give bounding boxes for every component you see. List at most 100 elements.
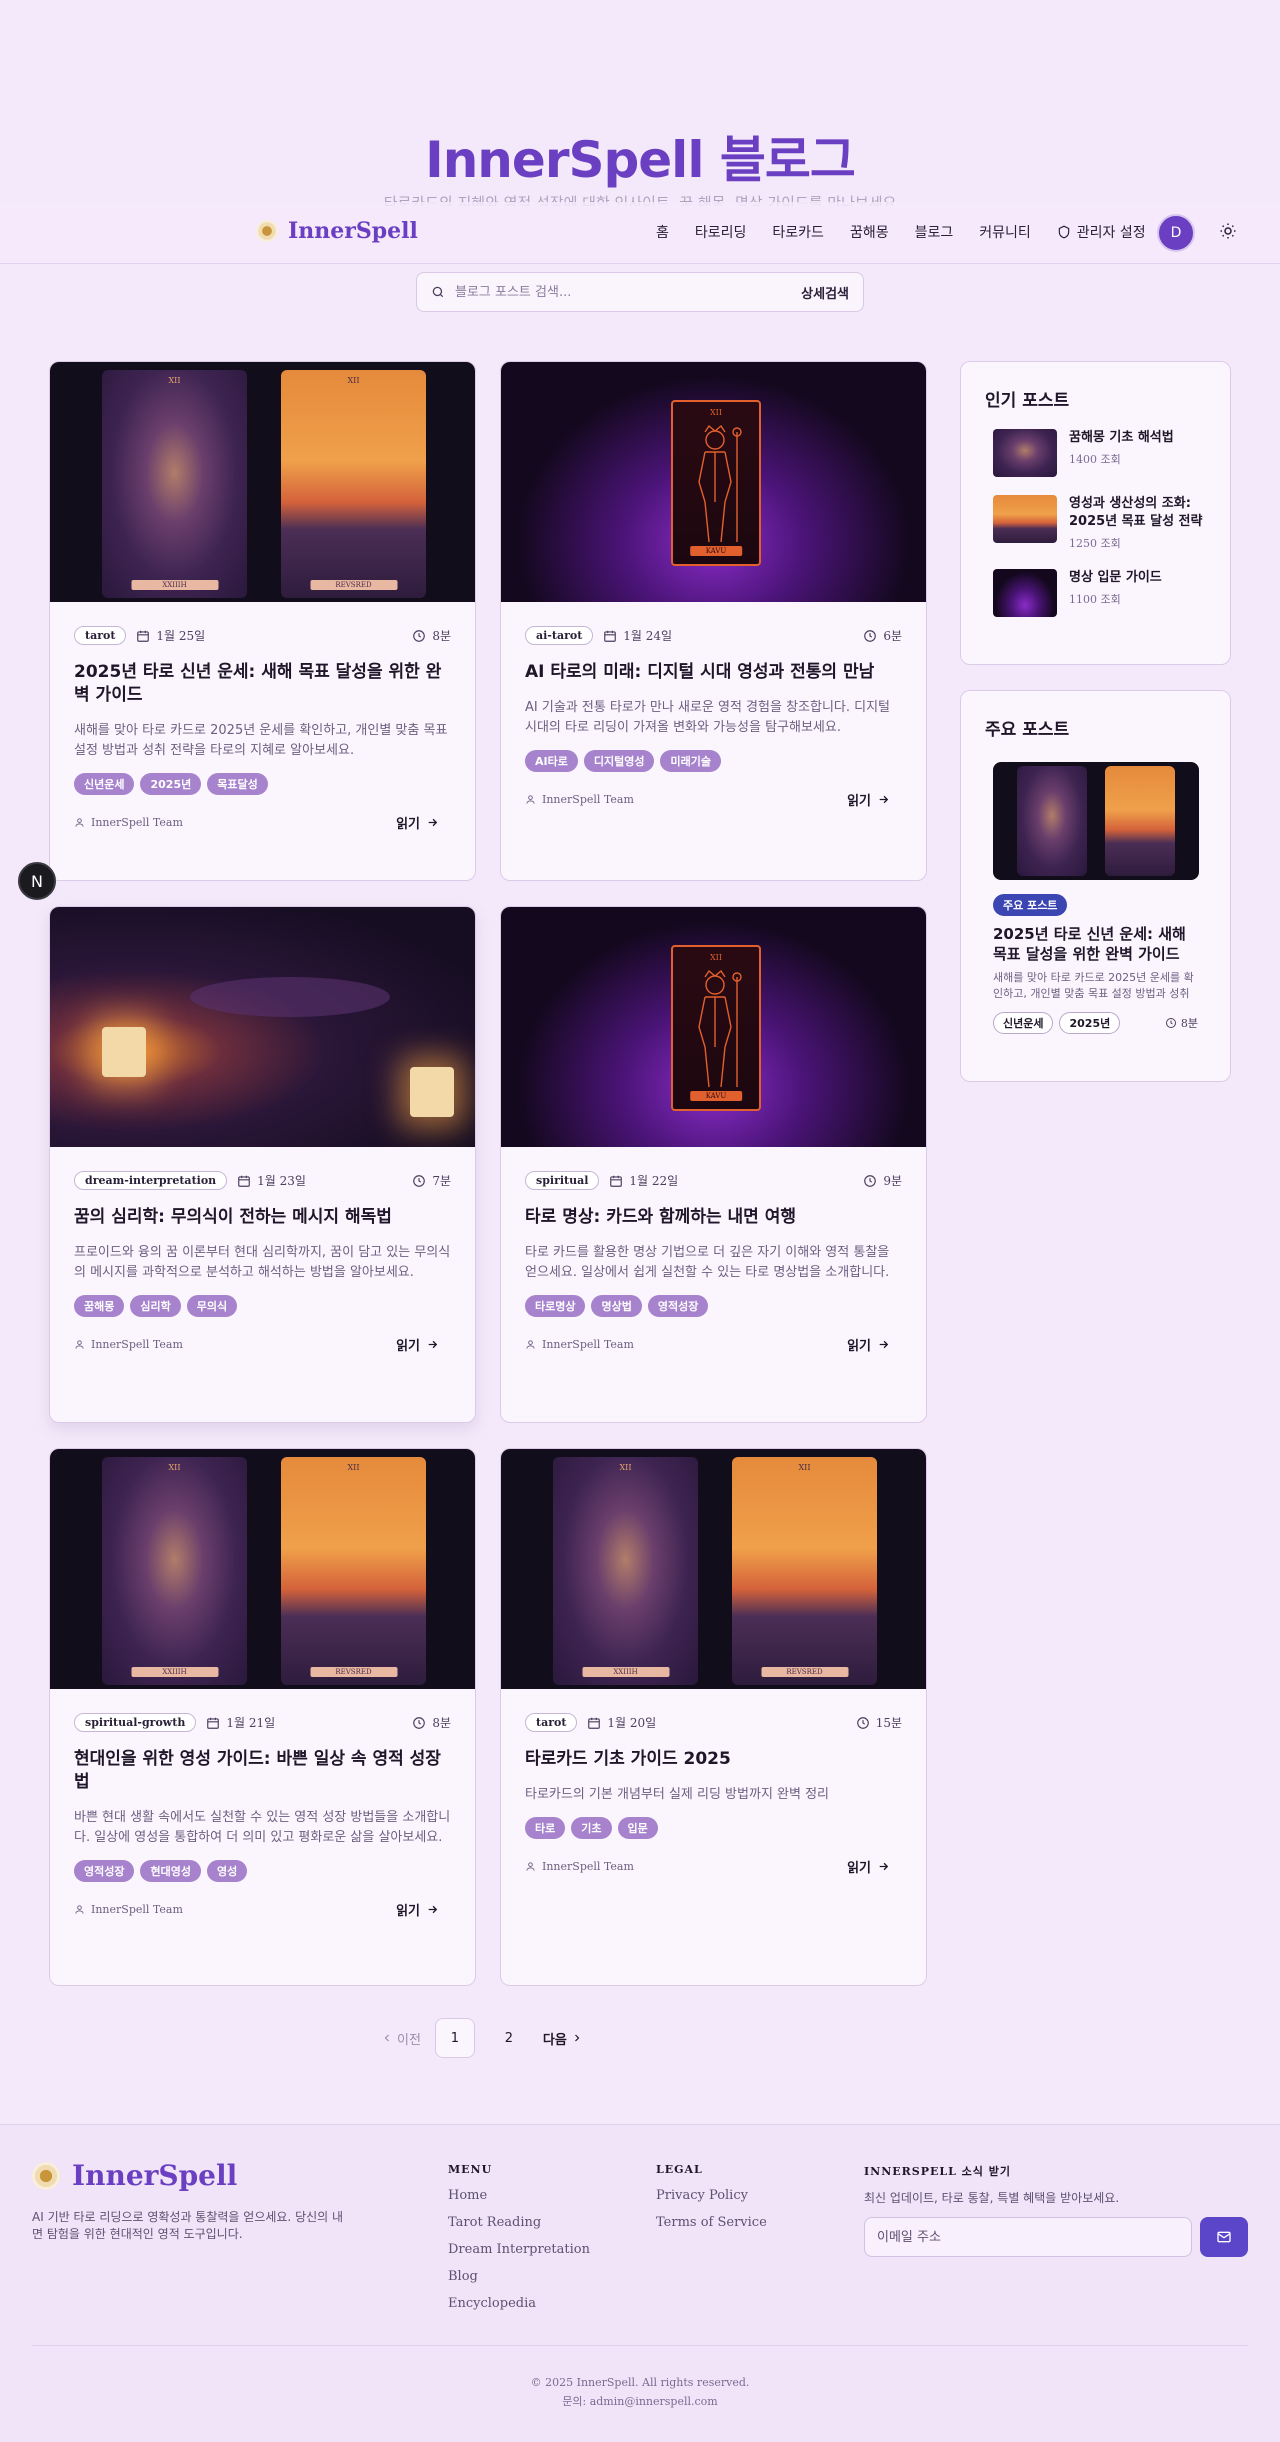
advanced-search-button[interactable]: 상세검색 — [801, 283, 849, 302]
post-tag[interactable]: 타로명상 — [525, 1295, 586, 1317]
post-title[interactable]: 현대인을 위한 영성 가이드: 바쁜 일상 속 영적 성장법 — [74, 1748, 451, 1794]
post-card[interactable]: XII XXIIIH XII REVSRED spiritual-growth … — [49, 1448, 476, 1986]
post-tag[interactable]: 명상법 — [591, 1295, 642, 1317]
post-tag[interactable]: 타로 — [525, 1817, 566, 1839]
post-title[interactable]: 타로카드 기초 가이드 2025 — [525, 1748, 902, 1771]
post-card[interactable]: XII KAVU spiritual 1월 22일 9분 타로 명상: 카드와 … — [500, 906, 927, 1423]
post-tag[interactable]: 영적성장 — [74, 1860, 135, 1882]
read-more-link[interactable]: 읽기 — [396, 1900, 439, 1919]
post-card[interactable]: XII XXIIIH XII REVSRED tarot 1월 20일 15분 … — [500, 1448, 927, 1986]
next-label: 다음 — [542, 2032, 567, 2048]
page-1-button[interactable]: 1 — [434, 2018, 475, 2058]
footer-link-blog[interactable]: Blog — [448, 2269, 590, 2284]
tarot-card-art: XII XXIIIH — [553, 1457, 698, 1685]
main-nav: 홈 타로리딩 타로카드 꿈해몽 블로그 커뮤니티 관리자 설정 — [656, 222, 1146, 242]
clock-icon — [413, 1174, 426, 1187]
post-tag[interactable]: 영성 — [206, 1860, 248, 1882]
featured-post[interactable]: 주요 포스트 2025년 타로 신년 운세: 새해 목표 달성을 위한 완벽 가… — [993, 762, 1199, 1034]
prev-page-button[interactable]: 이전 — [381, 2029, 421, 2048]
category-pill[interactable]: tarot — [74, 626, 127, 645]
nav-admin-settings[interactable]: 관리자 설정 — [1057, 222, 1146, 242]
card-label: REVSRED — [310, 1667, 397, 1677]
category-pill[interactable]: dream-interpretation — [74, 1171, 228, 1190]
popular-item[interactable]: 명상 입문 가이드 1100 조회 — [993, 569, 1206, 617]
post-image: XII XXIIIH XII REVSRED — [501, 1449, 926, 1689]
category-pill[interactable]: spiritual — [525, 1171, 600, 1190]
read-time: 9분 — [883, 1174, 902, 1188]
popular-item[interactable]: 영성과 생산성의 조화: 2025년 목표 달성 전략 1250 조회 — [993, 495, 1206, 551]
pagination: 이전 1 2 다음 — [381, 2018, 583, 2058]
nav-community[interactable]: 커뮤니티 — [979, 222, 1031, 242]
emperor-figure-icon — [698, 424, 742, 543]
post-tag[interactable]: 디지털영성 — [583, 750, 655, 772]
card-label: REVSRED — [761, 1667, 848, 1677]
arrow-right-icon — [879, 795, 889, 804]
nav-tarot-reading[interactable]: 타로리딩 — [695, 222, 747, 242]
post-tag[interactable]: 무의식 — [186, 1295, 238, 1317]
nav-dream[interactable]: 꿈해몽 — [850, 222, 889, 242]
post-tag[interactable]: 목표달성 — [207, 773, 268, 795]
header-logo[interactable]: InnerSpell — [256, 218, 418, 244]
card-numeral: XII — [798, 1463, 811, 1472]
read-more-link[interactable]: 읽기 — [847, 1335, 890, 1354]
post-tag[interactable]: 입문 — [617, 1817, 658, 1839]
post-tag[interactable]: 미래기술 — [660, 750, 721, 772]
footer-link-terms[interactable]: Terms of Service — [656, 2215, 767, 2230]
eye-logo-icon — [256, 220, 278, 242]
post-tag[interactable]: 현대영성 — [140, 1860, 201, 1882]
page-2-button[interactable]: 2 — [489, 2018, 529, 2058]
footer-link-dream[interactable]: Dream Interpretation — [448, 2242, 590, 2257]
post-card[interactable]: dream-interpretation 1월 23일 7분 꿈의 심리학: 무… — [49, 906, 476, 1423]
popular-item-views: 1100 조회 — [1069, 593, 1121, 606]
card-numeral: XII — [709, 408, 722, 417]
contact-email[interactable]: 문의: admin@innerspell.com — [0, 2392, 1280, 2411]
nav-blog[interactable]: 블로그 — [915, 222, 954, 242]
read-more-link[interactable]: 읽기 — [847, 1857, 890, 1876]
featured-tag[interactable]: 신년운세 — [993, 1012, 1054, 1034]
read-more-label: 읽기 — [847, 1339, 871, 1354]
read-more-link[interactable]: 읽기 — [396, 813, 439, 832]
category-pill[interactable]: tarot — [525, 1713, 578, 1732]
post-author: InnerSpell Team — [91, 816, 183, 829]
next-page-button[interactable]: 다음 — [543, 2029, 583, 2048]
post-title[interactable]: 타로 명상: 카드와 함께하는 내면 여행 — [525, 1206, 902, 1229]
read-more-link[interactable]: 읽기 — [847, 790, 890, 809]
post-tag[interactable]: 심리학 — [130, 1295, 181, 1317]
prev-label: 이전 — [397, 2032, 421, 2048]
user-avatar[interactable]: D — [1157, 214, 1195, 252]
dev-tools-badge[interactable]: N — [18, 862, 56, 900]
post-title[interactable]: 꿈의 심리학: 무의식이 전하는 메시지 해독법 — [74, 1206, 451, 1229]
tarot-card-art: XII XXIIIH — [102, 1457, 247, 1685]
post-tag[interactable]: 영적성장 — [647, 1295, 709, 1317]
post-author: InnerSpell Team — [542, 793, 634, 806]
post-tag[interactable]: 기초 — [571, 1817, 612, 1839]
post-thumbnail — [993, 429, 1057, 477]
newsletter-submit-button[interactable] — [1200, 2217, 1248, 2257]
post-card[interactable]: XII KAVU ai-tarot 1월 24일 6분 AI 타로의 미래: 디… — [500, 361, 927, 881]
newsletter-email-input[interactable] — [864, 2217, 1192, 2257]
clock-icon — [413, 629, 426, 642]
post-title[interactable]: 2025년 타로 신년 운세: 새해 목표 달성을 위한 완벽 가이드 — [74, 661, 451, 707]
footer-link-encyclopedia[interactable]: Encyclopedia — [448, 2296, 590, 2311]
post-tag[interactable]: AI타로 — [525, 750, 578, 772]
post-tag[interactable]: 신년운세 — [74, 773, 135, 795]
footer-link-tarot-reading[interactable]: Tarot Reading — [448, 2215, 590, 2230]
search-input[interactable] — [455, 284, 802, 300]
post-card[interactable]: XII XXIIIH XII REVSRED tarot 1월 25일 8분 2… — [49, 361, 476, 881]
nav-tarot-cards[interactable]: 타로카드 — [772, 222, 824, 242]
category-pill[interactable]: spiritual-growth — [74, 1713, 197, 1732]
read-more-link[interactable]: 읽기 — [396, 1335, 439, 1354]
featured-tag[interactable]: 2025년 — [1059, 1012, 1121, 1034]
footer-logo[interactable]: InnerSpell — [32, 2159, 237, 2192]
footer-link-privacy[interactable]: Privacy Policy — [656, 2188, 767, 2203]
nav-home[interactable]: 홈 — [656, 222, 669, 242]
post-title[interactable]: AI 타로의 미래: 디지털 시대 영성과 전통의 만남 — [525, 661, 902, 684]
category-pill[interactable]: ai-tarot — [525, 626, 594, 645]
theme-toggle[interactable] — [1219, 222, 1237, 240]
popular-item[interactable]: 꿈해몽 기초 해석법 1400 조회 — [993, 429, 1206, 477]
post-tag[interactable]: 꿈해몽 — [74, 1295, 125, 1317]
post-description: 프로이드와 융의 꿈 이론부터 현대 심리학까지, 꿈이 담고 있는 무의식의 … — [74, 1245, 451, 1280]
read-more-label: 읽기 — [396, 817, 420, 832]
post-tag[interactable]: 2025년 — [140, 773, 202, 795]
footer-link-home[interactable]: Home — [448, 2188, 590, 2203]
